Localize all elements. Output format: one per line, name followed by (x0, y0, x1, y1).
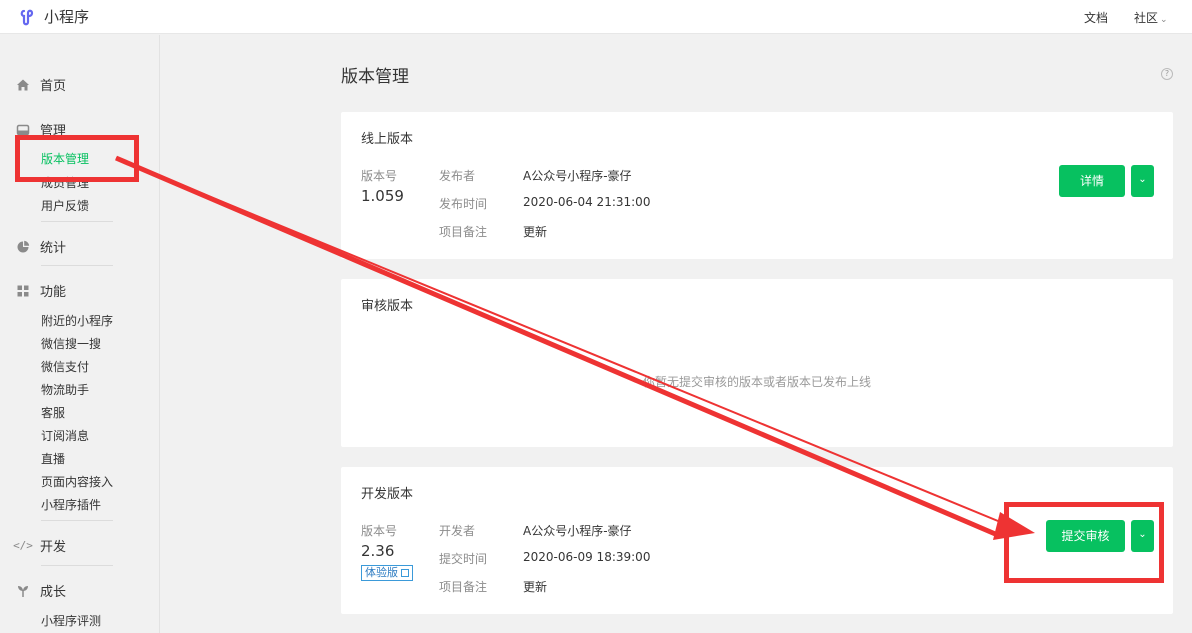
sidebar-item-customer-service[interactable]: 客服 (41, 404, 65, 421)
sidebar-divider (41, 221, 113, 222)
card-title: 审核版本 (361, 299, 414, 314)
sidebar-item-nearby[interactable]: 附近的小程序 (41, 312, 113, 329)
version-number: 1.059 (361, 187, 404, 205)
version-label: 版本号 (361, 169, 398, 183)
online-version-card: 线上版本 版本号 1.059 发布者 A公众号小程序-豪仔 发布时间 2020-… (341, 112, 1173, 259)
publisher-value: A公众号小程序-豪仔 (523, 169, 632, 183)
sidebar-item-page-content[interactable]: 页面内容接入 (41, 473, 113, 490)
page-title: 版本管理 (341, 67, 409, 87)
version-label: 版本号 (361, 524, 398, 538)
submit-review-button[interactable]: 提交审核 (1046, 520, 1125, 552)
chevron-down-icon: ⌄ (1138, 529, 1147, 540)
app-title: 小程序 (44, 8, 90, 26)
miniprogram-logo-icon (20, 9, 34, 25)
grid-icon (16, 284, 30, 298)
more-options-button[interactable]: ⌄ (1131, 520, 1154, 552)
detail-button[interactable]: 详情 (1059, 165, 1125, 197)
docs-link[interactable]: 文档 (1084, 9, 1108, 26)
developer-label: 开发者 (439, 524, 476, 538)
app-logo[interactable]: 小程序 (18, 6, 89, 27)
sidebar-group-growth[interactable]: 成长 (16, 581, 66, 600)
community-label: 社区 (1134, 11, 1159, 25)
sidebar-item-plugins[interactable]: 小程序插件 (41, 496, 101, 513)
qr-code-icon (401, 569, 409, 577)
top-bar: 小程序 文档 社区 ⌄ (0, 0, 1192, 34)
submit-time-label: 提交时间 (439, 552, 488, 566)
sidebar-item-live[interactable]: 直播 (41, 450, 65, 467)
publisher-label: 发布者 (439, 169, 476, 183)
publish-time-label: 发布时间 (439, 197, 488, 211)
sidebar-group-features[interactable]: 功能 (16, 281, 66, 300)
sidebar-item-stats[interactable]: 统计 (16, 237, 66, 256)
note-label: 项目备注 (439, 580, 488, 594)
badge-label: 体验版 (365, 566, 398, 579)
card-title: 线上版本 (361, 132, 414, 147)
sidebar-group-label: 成长 (40, 585, 67, 600)
pie-chart-icon (16, 240, 30, 254)
sidebar-group-label: 功能 (40, 285, 67, 300)
more-options-button[interactable]: ⌄ (1131, 165, 1154, 197)
chevron-down-icon: ⌄ (1160, 15, 1168, 25)
review-version-card: 审核版本 你暂无提交审核的版本或者版本已发布上线 (341, 279, 1173, 447)
chevron-down-icon: ⌄ (1138, 174, 1147, 185)
help-icon[interactable]: ? (1161, 68, 1173, 80)
sidebar-item-label: 开发 (40, 540, 67, 555)
sidebar-divider (41, 265, 113, 266)
sidebar-group-label: 管理 (40, 124, 67, 139)
community-menu[interactable]: 社区 ⌄ (1134, 9, 1168, 26)
sprout-icon (16, 584, 30, 598)
sidebar-item-subscriptions[interactable]: 订阅消息 (41, 427, 89, 444)
sidebar-item-label: 首页 (40, 79, 67, 94)
sidebar-item-logistics[interactable]: 物流助手 (41, 381, 89, 398)
sidebar-item-version-management[interactable]: 版本管理 (41, 150, 89, 167)
sidebar-divider (41, 565, 113, 566)
note-value: 更新 (523, 225, 548, 239)
publish-time-value: 2020-06-04 21:31:00 (523, 195, 651, 209)
sidebar-item-home[interactable]: 首页 (16, 75, 66, 94)
empty-message: 你暂无提交审核的版本或者版本已发布上线 (642, 375, 871, 389)
sidebar-item-label: 统计 (40, 241, 67, 256)
experience-version-badge[interactable]: 体验版 (361, 565, 413, 581)
note-label: 项目备注 (439, 225, 488, 239)
sidebar-item-wechat-pay[interactable]: 微信支付 (41, 358, 89, 375)
code-icon: </> (13, 539, 33, 552)
sidebar-item-dev[interactable]: </> 开发 (13, 536, 67, 555)
sidebar-item-evaluation[interactable]: 小程序评测 (41, 612, 101, 629)
dev-version-card: 开发版本 版本号 2.36 体验版 开发者 A公众号小程序-豪仔 提交时间 20… (341, 467, 1173, 614)
sidebar-group-manage[interactable]: 管理 (16, 120, 66, 139)
card-title: 开发版本 (361, 487, 414, 502)
inbox-icon (16, 123, 30, 137)
sidebar-divider (41, 520, 113, 521)
version-number: 2.36 (361, 542, 395, 560)
sidebar-item-member-management[interactable]: 成员管理 (41, 174, 89, 191)
note-value: 更新 (523, 580, 548, 594)
submit-time-value: 2020-06-09 18:39:00 (523, 550, 651, 564)
sidebar-item-wechat-search[interactable]: 微信搜一搜 (41, 335, 101, 352)
home-icon (16, 78, 30, 92)
developer-value: A公众号小程序-豪仔 (523, 524, 632, 538)
sidebar-item-user-feedback[interactable]: 用户反馈 (41, 197, 89, 214)
